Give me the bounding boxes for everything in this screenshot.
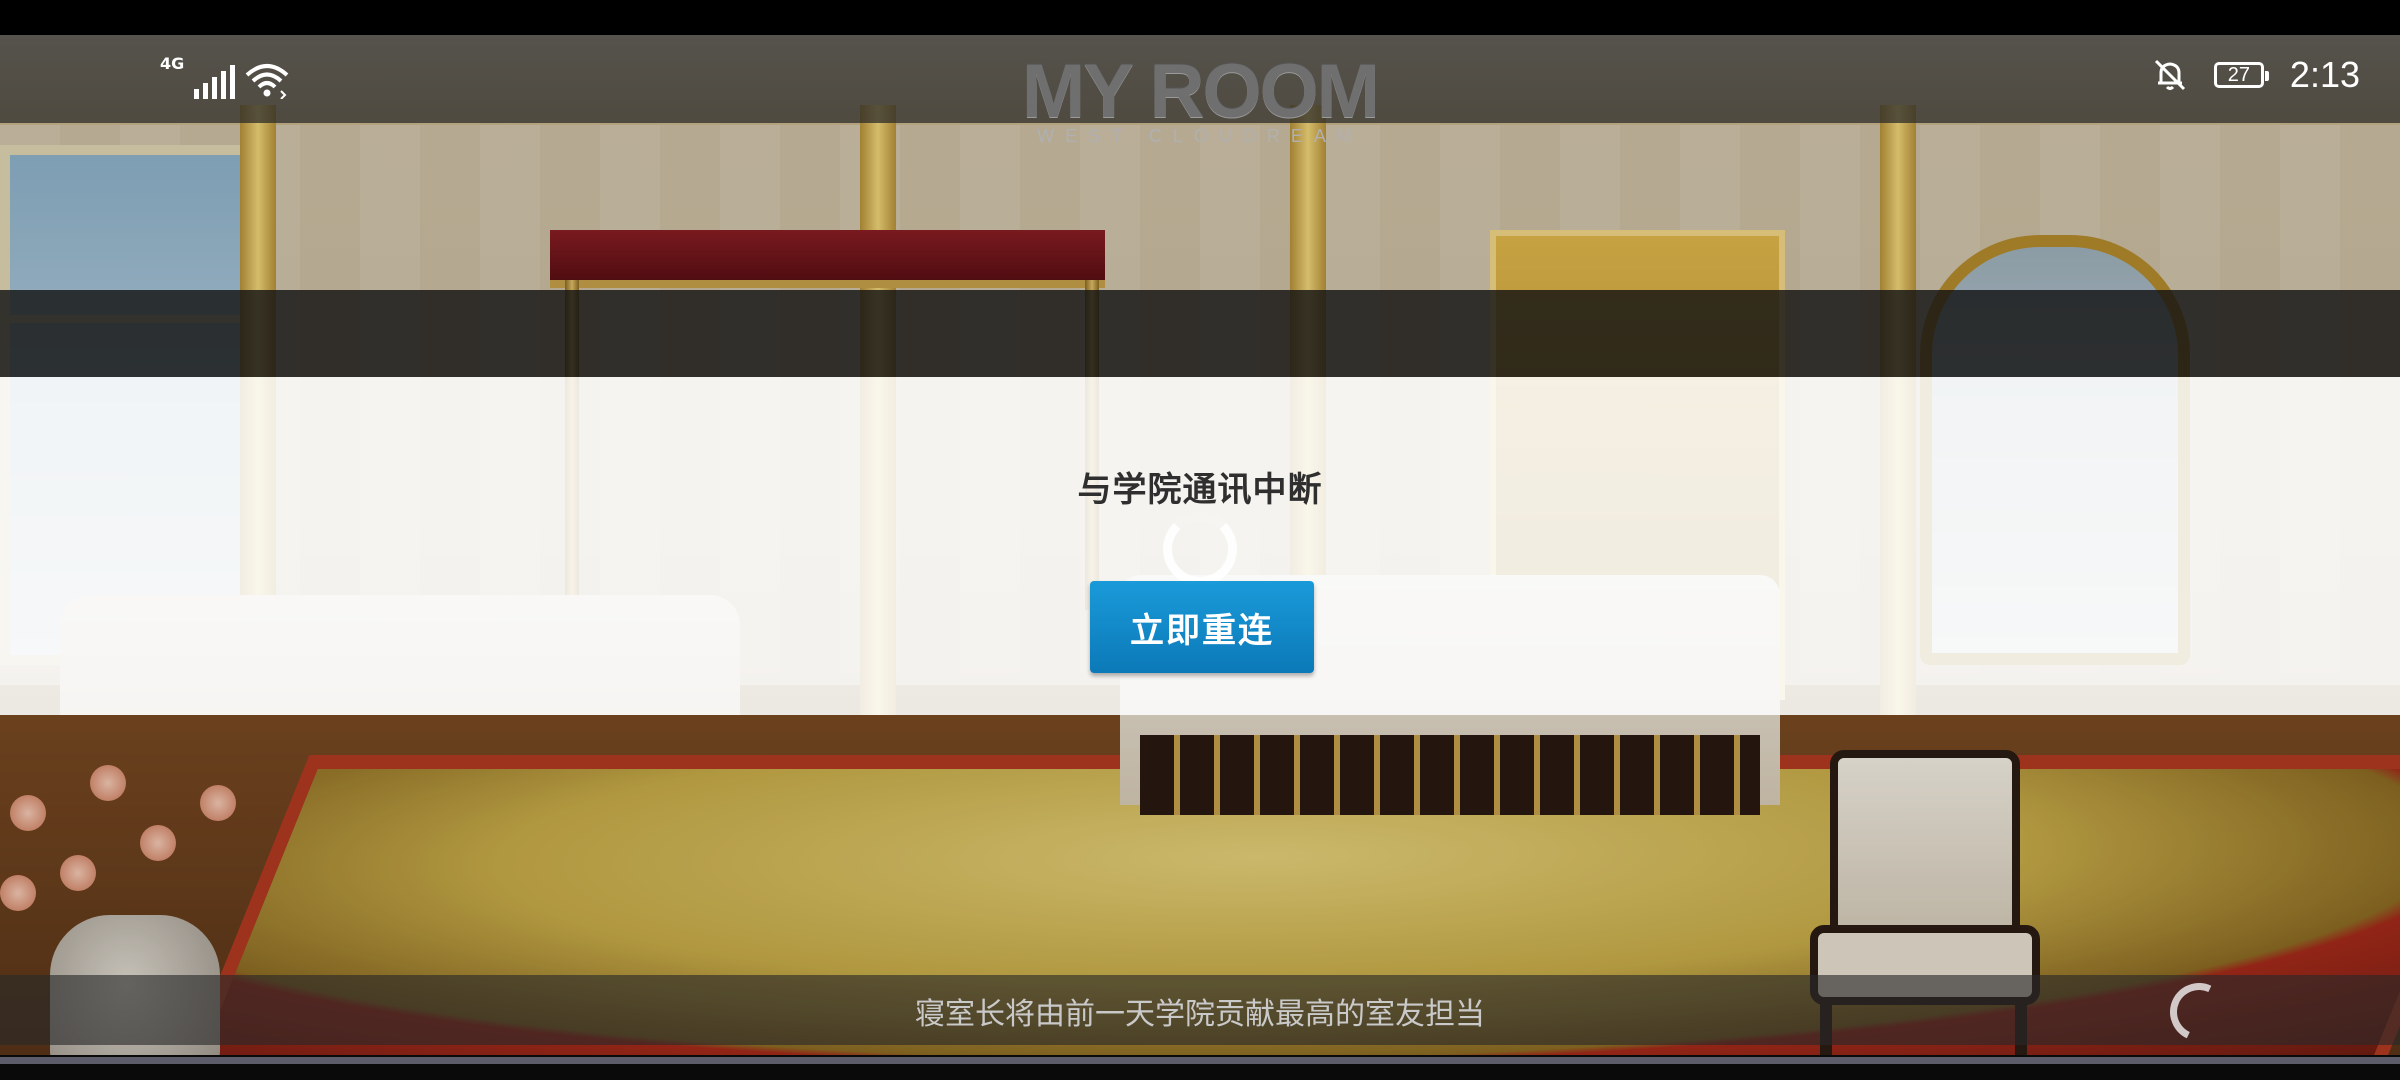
reconnect-button[interactable]: 立即重连: [1090, 581, 1314, 673]
loading-tip-bar: 寝室长将由前一天学院贡献最高的室友担当: [0, 974, 2400, 1050]
gesture-handle[interactable]: [0, 1057, 2400, 1064]
loading-spinner-icon: [2161, 974, 2237, 1050]
dialog-message: 与学院通讯中断: [1077, 470, 1323, 510]
logo-subtitle: WEST CLOUDREAM: [1037, 126, 1363, 146]
navigation-bar: [0, 1055, 2400, 1080]
dialog-top-band: [0, 290, 2400, 377]
loading-spinner-icon: [1163, 512, 1237, 586]
loading-tip: 寝室长将由前一天学院贡献最高的室友担当: [915, 997, 1485, 1032]
disconnect-dialog: 与学院通讯中断 立即重连: [0, 377, 2400, 715]
game-screen: 4G 27 2:13 MY ROOM WEST CLOUDREAM 与学院通讯中…: [0, 0, 2400, 1080]
game-logo: MY ROOM WEST CLOUDREAM: [0, 52, 2400, 147]
logo-title: MY ROOM: [1021, 49, 1380, 134]
